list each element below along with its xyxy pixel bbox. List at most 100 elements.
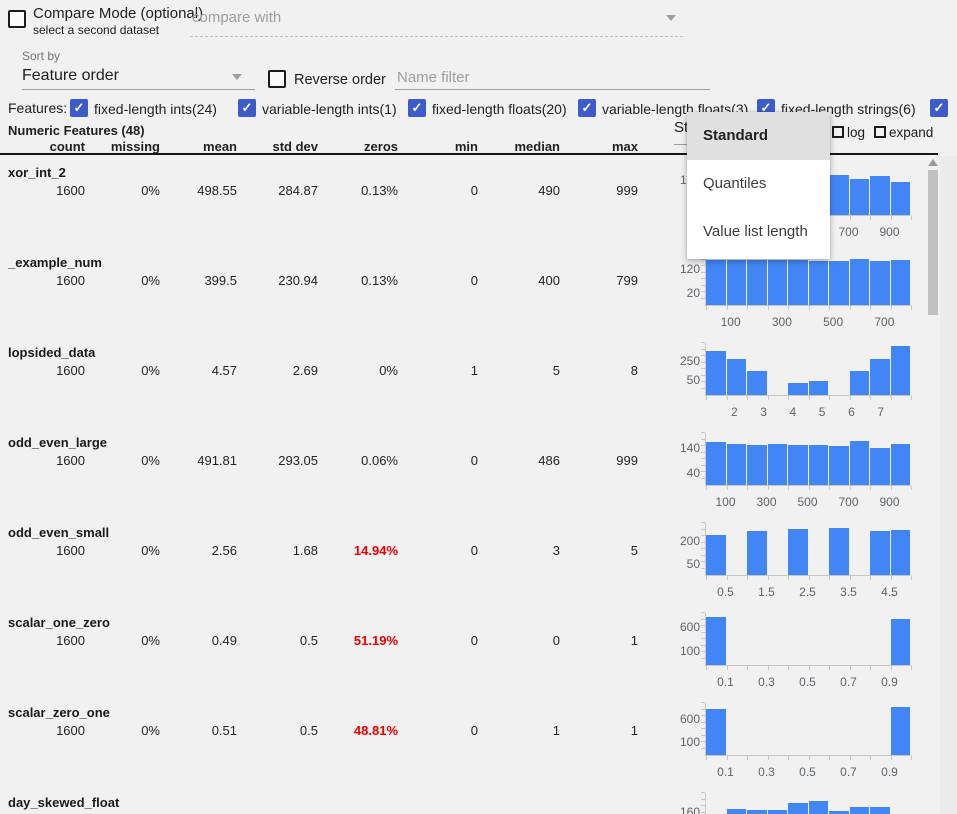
histogram[interactable] (705, 613, 911, 666)
histogram[interactable] (705, 703, 911, 756)
histogram[interactable] (705, 523, 911, 576)
histogram[interactable] (705, 793, 911, 814)
y-minor-tick (701, 529, 705, 530)
stat-max: 8 (560, 363, 638, 378)
feature-filter-checkbox[interactable]: ✓ (578, 99, 596, 117)
y-tick-label: 40 (687, 467, 700, 479)
histogram-bar (706, 709, 726, 755)
x-minor-tick (870, 216, 871, 220)
x-minor-tick (788, 576, 789, 580)
histogram-bar (870, 807, 890, 814)
x-tick-label: 0.1 (706, 765, 746, 779)
feature-filter-checkbox[interactable]: ✓ (238, 99, 256, 117)
histogram-bar (891, 260, 911, 305)
y-minor-tick (701, 298, 705, 299)
x-minor-tick (809, 396, 810, 400)
histogram-bar (850, 441, 870, 485)
expand-toggle[interactable]: expand (874, 125, 933, 140)
stat-min: 0 (398, 723, 478, 738)
x-tick-label: 900 (870, 225, 910, 239)
compare-with-input[interactable] (192, 9, 652, 26)
scrollbar-thumb[interactable] (928, 170, 938, 315)
y-tick-label: 250 (680, 355, 700, 367)
stat-count: 1600 (0, 363, 85, 378)
x-minor-tick (809, 306, 810, 310)
y-minor-tick (701, 658, 705, 659)
stat-mean: 0.51 (160, 723, 237, 738)
x-tick-label: 100 (711, 315, 751, 329)
compare-mode-label: Compare Mode (optional) (33, 5, 203, 22)
histogram-bar (870, 448, 890, 485)
feature-filter-checkbox[interactable]: ✓ (930, 99, 948, 117)
y-tick-label: 600 (680, 621, 700, 633)
stat-max: 799 (560, 273, 638, 288)
y-minor-tick (701, 799, 705, 800)
x-minor-tick (911, 576, 912, 580)
histogram[interactable] (705, 253, 911, 306)
stat-max: 1 (560, 633, 638, 648)
y-minor-tick (701, 632, 705, 633)
y-tick-label: 50 (687, 374, 700, 386)
x-minor-tick (727, 486, 728, 490)
stat-zeros: 0.13% (318, 183, 398, 198)
y-minor-tick (701, 278, 705, 279)
histogram-bar (809, 261, 829, 305)
histogram[interactable] (705, 433, 911, 486)
x-minor-tick (809, 486, 810, 490)
feature-filter-checkbox[interactable]: ✓ (70, 99, 88, 117)
stat-missing: 0% (85, 183, 160, 198)
stat-missing: 0% (85, 273, 160, 288)
column-header-max: max (560, 139, 638, 154)
histogram-bar (870, 261, 890, 305)
reverse-order-checkbox[interactable] (268, 70, 286, 88)
log-toggle[interactable]: log (832, 125, 865, 140)
scroll-gutter (940, 156, 957, 814)
column-header-missing: missing (85, 139, 160, 154)
x-minor-tick (911, 756, 912, 760)
x-minor-tick (891, 756, 892, 760)
x-minor-tick (829, 396, 830, 400)
feature-name: day_skewed_float (8, 795, 119, 810)
x-tick-label: 0.7 (829, 765, 869, 779)
name-filter-underline (395, 89, 710, 90)
sort-by-dropdown-icon[interactable] (232, 74, 242, 80)
y-tick-label: 200 (680, 535, 700, 547)
x-minor-tick (788, 486, 789, 490)
stat-std_dev: 284.87 (237, 183, 318, 198)
stat-mean: 0.49 (160, 633, 237, 648)
stat-min: 0 (398, 273, 478, 288)
stat-std_dev: 0.5 (237, 633, 318, 648)
menu-item-quantiles[interactable]: Quantiles (687, 160, 830, 208)
compare-with-dropdown-icon[interactable] (666, 15, 676, 21)
log-checkbox[interactable] (832, 126, 844, 138)
histogram-bar (706, 617, 726, 665)
feature-name: _example_num (8, 255, 102, 270)
x-minor-tick (850, 756, 851, 760)
stat-max: 999 (560, 453, 638, 468)
expand-checkbox[interactable] (874, 126, 886, 138)
name-filter-input[interactable] (397, 69, 707, 86)
feature-name: scalar_one_zero (8, 615, 110, 630)
histogram-bar (706, 442, 726, 485)
histogram-bar (747, 445, 767, 485)
menu-item-standard[interactable]: Standard (687, 112, 830, 160)
x-minor-tick (870, 486, 871, 490)
feature-filter-checkbox[interactable]: ✓ (408, 99, 426, 117)
sort-by-underline (22, 89, 255, 90)
histogram[interactable] (705, 343, 911, 396)
histogram-bar (727, 444, 747, 485)
stat-median: 400 (478, 273, 560, 288)
compare-mode-checkbox[interactable] (8, 10, 26, 28)
stat-min: 1 (398, 363, 478, 378)
x-minor-tick (891, 666, 892, 670)
menu-item-value-list-length[interactable]: Value list length (687, 208, 830, 256)
y-minor-tick (701, 548, 705, 549)
x-minor-tick (706, 396, 707, 400)
stat-mean: 491.81 (160, 453, 237, 468)
sort-by-select[interactable]: Feature order (22, 67, 119, 85)
histogram-bar (706, 535, 726, 575)
y-minor-tick (701, 432, 705, 433)
x-minor-tick (727, 576, 728, 580)
scroll-up-arrow-icon[interactable] (928, 159, 938, 166)
histogram-bar (788, 803, 808, 814)
